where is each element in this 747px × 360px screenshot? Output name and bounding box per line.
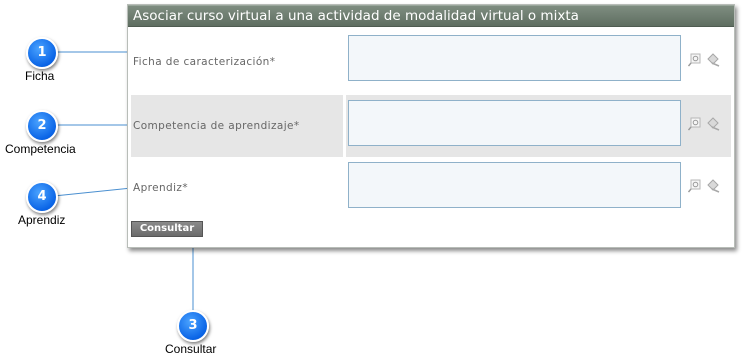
- clear-icon[interactable]: [706, 53, 720, 67]
- input-cell: [346, 33, 731, 95]
- input-cell: [346, 95, 731, 157]
- clear-icon[interactable]: [706, 179, 720, 193]
- label-cell: Competencia de aprendizaje*: [131, 95, 343, 157]
- callout-label-consultar: Consultar: [165, 342, 217, 356]
- callout-badge-consultar: 3: [177, 310, 209, 342]
- callout-badge-competencia: 2: [26, 110, 58, 142]
- field-row-aprendiz: Aprendiz*: [131, 157, 731, 219]
- ficha-label: Ficha de caracterización*: [133, 56, 276, 68]
- callout-label-aprendiz: Aprendiz: [18, 213, 66, 227]
- callout-label-ficha: Ficha: [25, 69, 55, 83]
- input-cell: [346, 157, 731, 219]
- field-row-ficha: Ficha de caracterización*: [131, 33, 731, 95]
- competencia-label: Competencia de aprendizaje*: [133, 120, 300, 132]
- search-icon[interactable]: [688, 117, 702, 131]
- consultar-button[interactable]: Consultar: [131, 221, 203, 237]
- association-form-panel: Asociar curso virtual a una actividad de…: [127, 4, 735, 248]
- aprendiz-field[interactable]: [348, 162, 681, 208]
- search-icon[interactable]: [688, 179, 702, 193]
- label-cell: Ficha de caracterización*: [131, 33, 343, 95]
- search-icon[interactable]: [688, 53, 702, 67]
- panel-title: Asociar curso virtual a una actividad de…: [128, 5, 734, 27]
- callout-label-competencia: Competencia: [5, 142, 76, 156]
- callout-badge-ficha: 1: [26, 37, 58, 69]
- competencia-field[interactable]: [348, 100, 681, 146]
- aprendiz-label: Aprendiz*: [133, 182, 188, 194]
- label-cell: Aprendiz*: [131, 157, 343, 219]
- field-row-competencia: Competencia de aprendizaje*: [131, 95, 731, 157]
- callout-badge-aprendiz: 4: [26, 181, 58, 213]
- clear-icon[interactable]: [706, 117, 720, 131]
- ficha-field[interactable]: [348, 35, 681, 81]
